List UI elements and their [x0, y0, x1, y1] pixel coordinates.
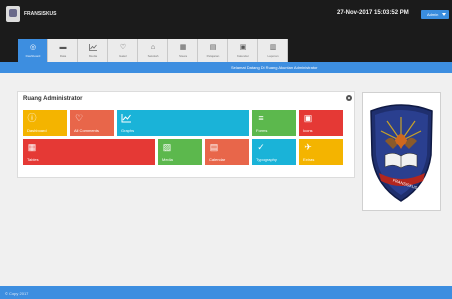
tab-siswa[interactable]: ▦ Siswa — [168, 39, 198, 62]
footer: © Copy 2017 — [0, 286, 452, 299]
calendar-icon: ▤ — [209, 142, 219, 152]
top-bar: FRANSISKUS 27-Nov-2017 15:03:52 PM Admin — [0, 0, 452, 29]
brand-name: FRANSISKUS — [24, 11, 57, 17]
tab-data[interactable]: ▬ Data — [48, 39, 78, 62]
welcome-bar: Selamat Datang Di Ruang Akuntan Administ… — [0, 62, 452, 73]
heart-icon: ♡ — [119, 44, 127, 51]
tile-label: Extras — [303, 157, 315, 162]
tile-icons[interactable]: ▣ Icons — [299, 110, 343, 136]
tab-label: Media — [88, 54, 98, 58]
dashboard-icon: ◎ — [29, 44, 37, 51]
tile-label: Media — [162, 157, 173, 162]
admin-panel: Ruang Administrator ⓘ Dashboard ♡ All Co… — [17, 91, 355, 178]
gear-icon[interactable] — [346, 95, 352, 101]
crest-emblem: FRANSISKUS — [370, 104, 433, 202]
tab-sekolah[interactable]: ⌂ Sekolah — [138, 39, 168, 62]
tab-label: Data — [59, 54, 67, 58]
tile-forms[interactable]: ≡ Forms — [252, 110, 296, 136]
database-icon: ▬ — [59, 44, 67, 51]
tab-label: Kalender — [236, 54, 249, 58]
panel-title: Ruang Administrator — [23, 96, 83, 102]
tile-tables[interactable]: ▦ Tables — [23, 139, 155, 165]
tile-label: Icons — [303, 128, 313, 133]
tile-label: Graphs — [121, 128, 135, 133]
book-icon: ▤ — [209, 44, 217, 51]
tile-label: Typography — [256, 157, 277, 162]
tab-strip: ◎ Dashboard ▬ Data Media ♡ Galeri ⌂ Seko… — [0, 29, 452, 62]
tab-media[interactable]: Media — [78, 39, 108, 62]
tab-label: Siswa — [178, 54, 187, 58]
welcome-text: Selamat Datang Di Ruang Akuntan Administ… — [231, 65, 318, 70]
briefcase-icon: ▣ — [303, 113, 313, 123]
list-icon: ≡ — [258, 113, 264, 123]
tile-media[interactable]: ▨ Media — [158, 139, 202, 165]
heart-icon: ♡ — [74, 113, 84, 123]
abc-check-icon: ✓ — [257, 142, 265, 152]
tab-label: Laporan — [267, 54, 279, 58]
info-icon: ⓘ — [27, 113, 37, 123]
tab-pelajaran[interactable]: ▤ Pelajaran — [198, 39, 228, 62]
tab-galeri[interactable]: ♡ Galeri — [108, 39, 138, 62]
user-menu-label: Admin — [427, 12, 439, 17]
table-icon: ▦ — [179, 44, 187, 51]
tile-calendar[interactable]: ▤ Calendar — [205, 139, 249, 165]
building-icon: ⌂ — [150, 44, 156, 51]
tile-extras[interactable]: ✈ Extras — [299, 139, 343, 165]
datetime-display: 27-Nov-2017 15:03:52 PM — [337, 10, 409, 16]
image-icon: ▨ — [162, 142, 172, 152]
tile-dashboard[interactable]: ⓘ Dashboard — [23, 110, 67, 136]
tile-label: Calendar — [209, 157, 226, 162]
school-crest: FRANSISKUS — [362, 92, 441, 211]
tile-all-comments[interactable]: ♡ All Comments — [70, 110, 114, 136]
report-icon: ▥ — [269, 44, 277, 51]
tab-label: Dashboard — [25, 54, 41, 58]
tile-typography[interactable]: ✓ Typography — [252, 139, 296, 165]
tab-dashboard[interactable]: ◎ Dashboard — [18, 39, 48, 62]
tile-label: Dashboard — [27, 128, 47, 133]
table-icon: ▦ — [27, 142, 37, 152]
chevron-down-icon — [442, 13, 446, 16]
tab-kalender[interactable]: ▣ Kalender — [228, 39, 258, 62]
tile-label: Forms — [256, 128, 268, 133]
tab-label: Galeri — [118, 54, 127, 58]
plane-icon: ✈ — [304, 142, 312, 152]
chart-icon — [89, 44, 97, 51]
user-menu-button[interactable]: Admin — [421, 10, 449, 19]
tile-label: Tables — [27, 157, 39, 162]
logo[interactable] — [6, 6, 20, 22]
tab-label: Pelajaran — [206, 54, 220, 58]
tile-graphs[interactable]: Graphs — [117, 110, 249, 136]
tab-laporan[interactable]: ▥ Laporan — [258, 39, 288, 62]
chart-icon — [121, 113, 131, 123]
main-content: Ruang Administrator ⓘ Dashboard ♡ All Co… — [0, 73, 452, 286]
tab-label: Sekolah — [147, 54, 159, 58]
tile-label: All Comments — [74, 128, 99, 133]
footer-text: © Copy 2017 — [5, 291, 29, 296]
calendar-icon: ▣ — [239, 44, 247, 51]
